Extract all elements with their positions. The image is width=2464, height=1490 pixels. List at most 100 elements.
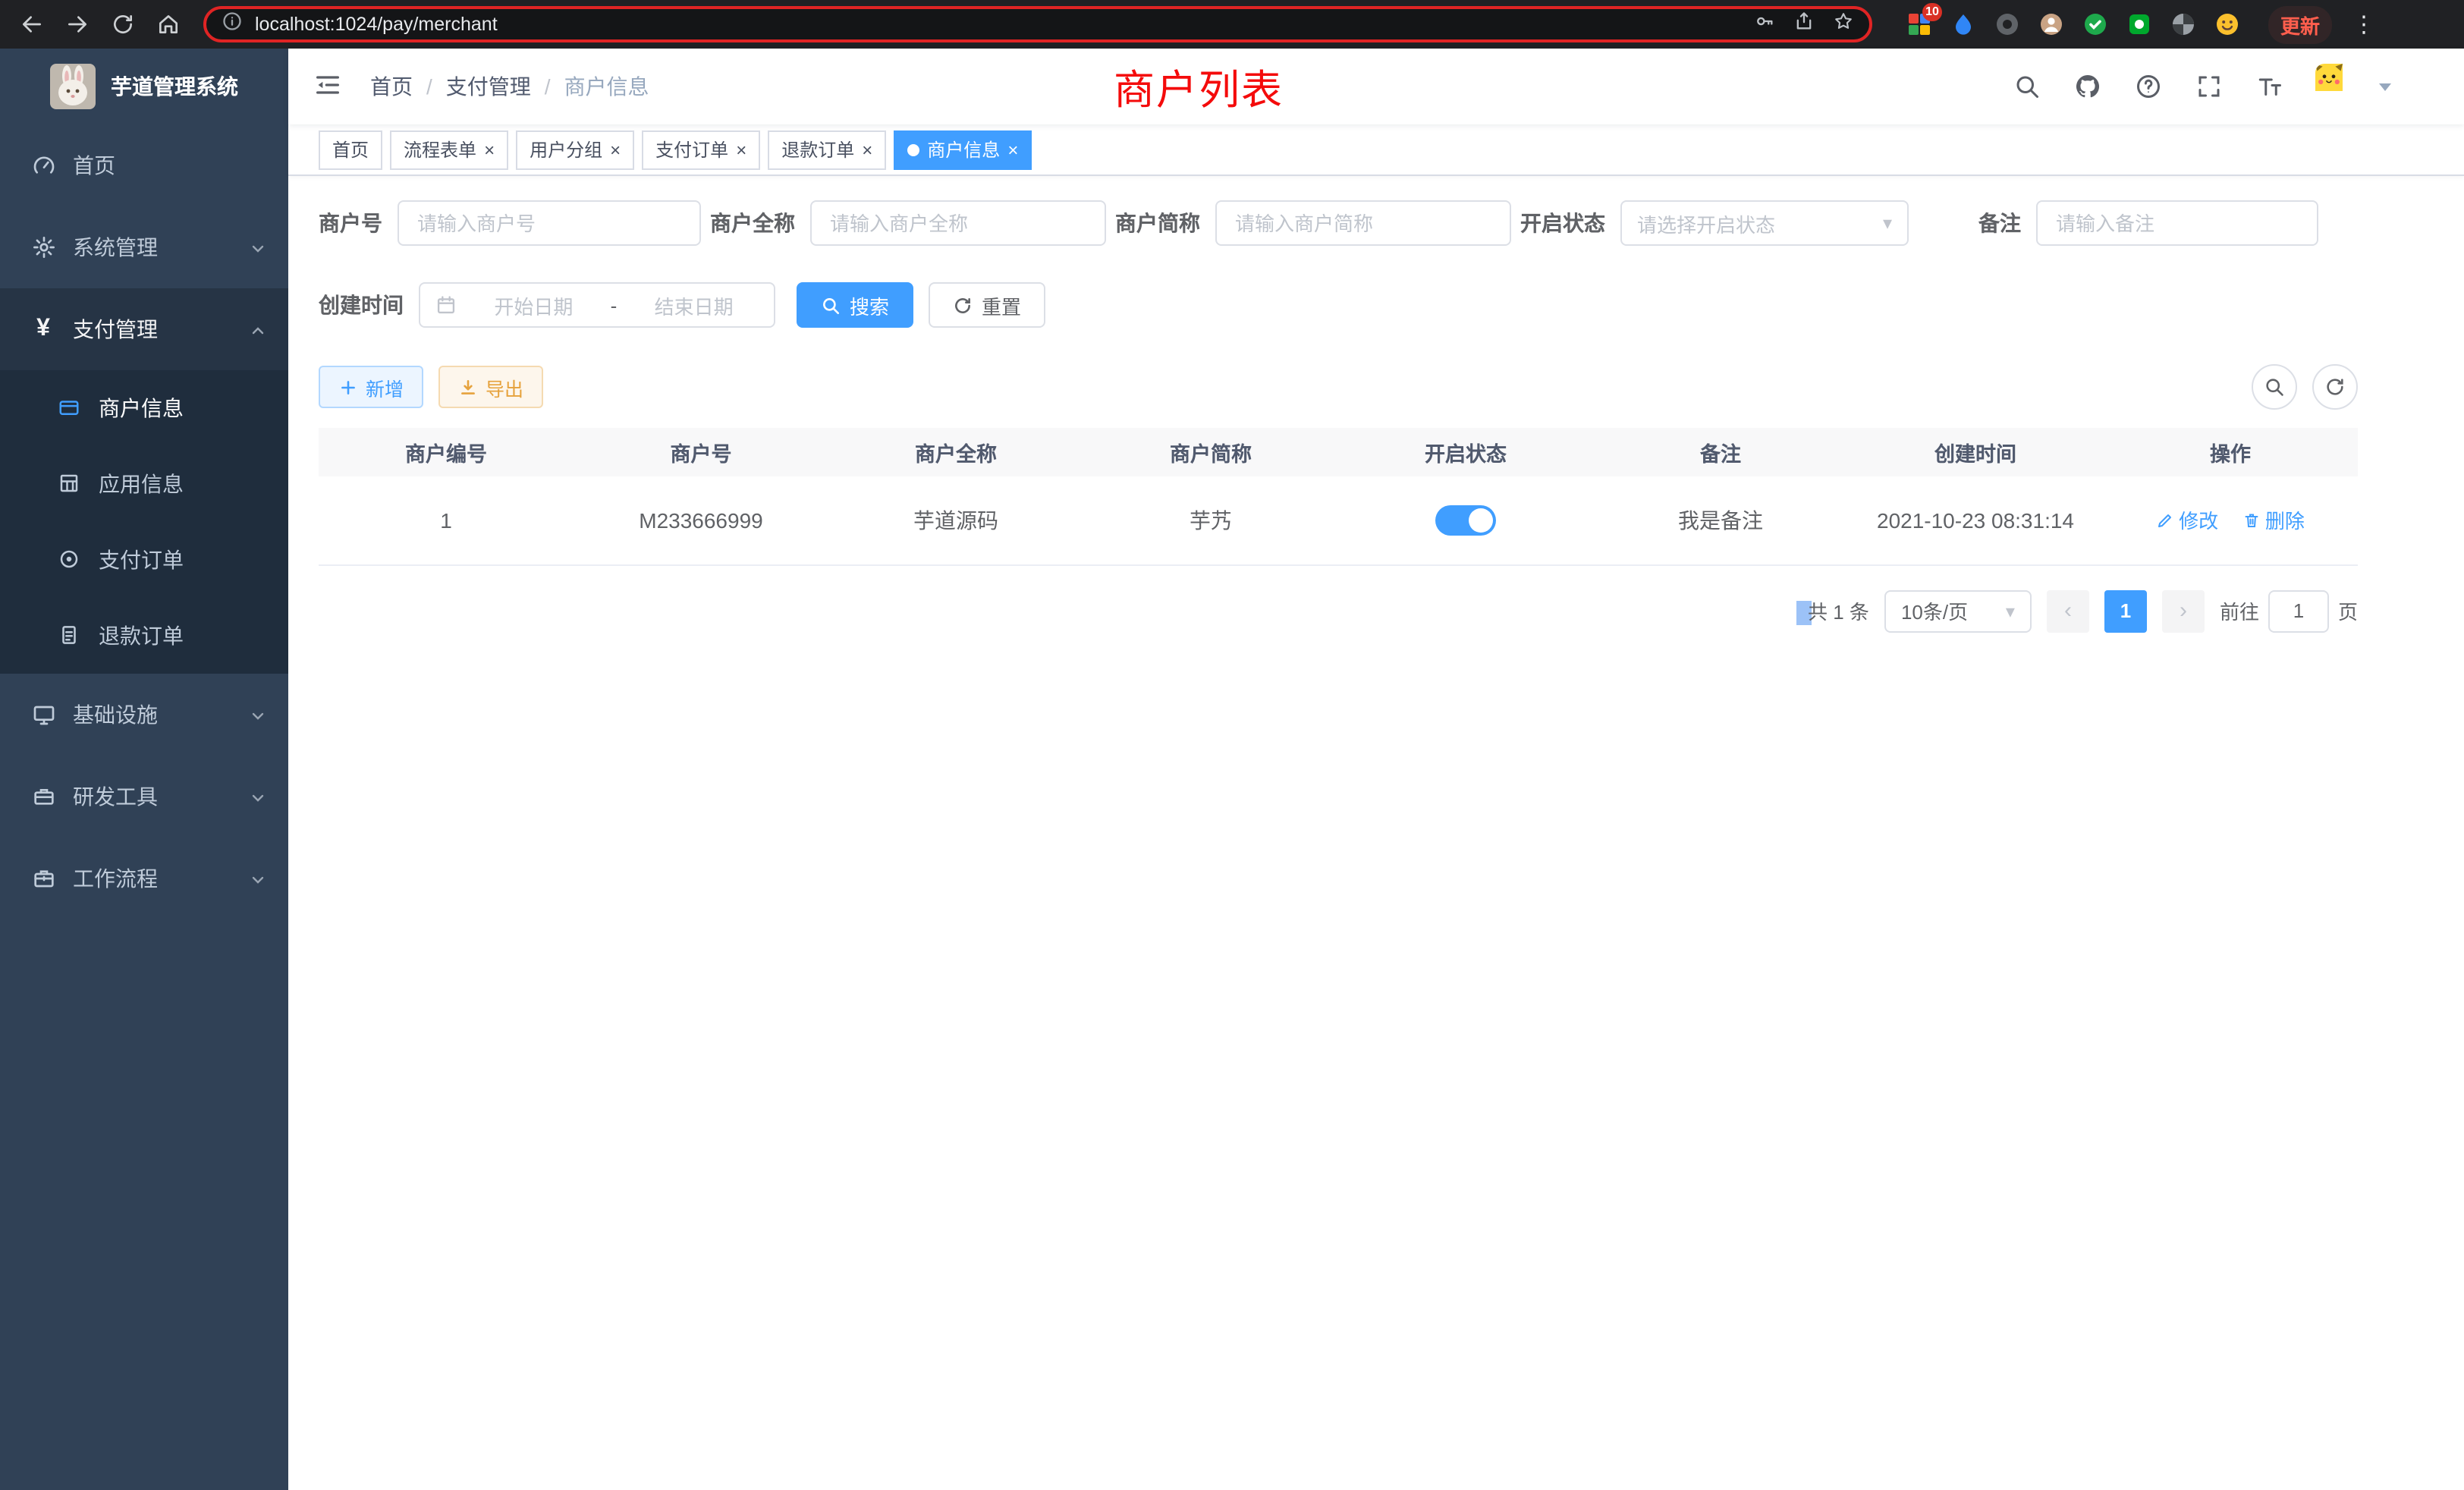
reset-button[interactable]: 重置: [929, 282, 1045, 328]
col-remark: 备注: [1593, 428, 1848, 476]
gear-icon: [30, 234, 56, 260]
chevron-down-icon: [249, 238, 267, 256]
add-button[interactable]: 新增: [319, 366, 423, 408]
toolbox-icon: [30, 784, 56, 809]
extension-badge: 10: [1922, 3, 1942, 21]
search-icon[interactable]: [2012, 71, 2042, 102]
status-select[interactable]: 请选择开启状态 ▾: [1620, 200, 1909, 246]
fullscreen-icon[interactable]: [2194, 71, 2224, 102]
tab-user-group[interactable]: 用户分组 ×: [516, 130, 634, 169]
browser-menu-icon[interactable]: ⋮: [2350, 11, 2378, 38]
goto-page-input[interactable]: [2268, 589, 2329, 632]
tab-process-form[interactable]: 流程表单 ×: [390, 130, 508, 169]
sidebar-item-dev-tools[interactable]: 研发工具: [0, 756, 288, 838]
password-key-icon[interactable]: [1754, 10, 1775, 39]
tab-payment-orders[interactable]: 支付订单 ×: [642, 130, 760, 169]
delete-link[interactable]: 删除: [2242, 506, 2305, 535]
close-icon[interactable]: ×: [484, 140, 495, 159]
toggle-knob: [1469, 508, 1493, 533]
home-icon[interactable]: [149, 5, 188, 44]
short-name-input[interactable]: [1215, 200, 1511, 246]
extension-drop-icon[interactable]: [1947, 8, 1980, 41]
edit-link[interactable]: 修改: [2156, 506, 2218, 535]
tab-refund-orders[interactable]: 退款订单 ×: [768, 130, 886, 169]
help-icon[interactable]: [2133, 71, 2164, 102]
close-icon[interactable]: ×: [610, 140, 621, 159]
page-1-button[interactable]: 1: [2104, 589, 2147, 632]
full-name-input[interactable]: [810, 200, 1106, 246]
export-button[interactable]: 导出: [438, 366, 543, 408]
collapse-sidebar-icon[interactable]: [313, 70, 346, 103]
breadcrumb-home[interactable]: 首页: [370, 71, 413, 102]
sidebar-item-workflow[interactable]: 工作流程: [0, 838, 288, 919]
refresh-button[interactable]: [2312, 364, 2358, 410]
site-info-icon[interactable]: [222, 10, 243, 39]
search-button[interactable]: 搜索: [797, 282, 913, 328]
full-name-label: 商户全称: [710, 208, 810, 238]
yen-icon: ¥: [30, 316, 56, 342]
sidebar-item-refund-orders[interactable]: 退款订单: [0, 598, 288, 674]
next-page-button[interactable]: ›: [2162, 589, 2205, 632]
create-time-range-picker[interactable]: 开始日期 - 结束日期: [419, 282, 775, 328]
pagination: 共 1 条 10条/页 ▾ ‹ 1 › 前往 页: [319, 589, 2358, 632]
select-arrow-icon: ▾: [1883, 212, 1892, 234]
tags-view-bar: 首页 流程表单 × 用户分组 × 支付订单 × 退款订单 ×: [288, 124, 2464, 176]
extension-dark-circle-icon[interactable]: [1991, 8, 2024, 41]
close-icon[interactable]: ×: [862, 140, 872, 159]
breadcrumb-payment[interactable]: 支付管理: [446, 71, 531, 102]
calendar-icon: [435, 294, 457, 316]
short-name-label: 商户简称: [1115, 208, 1215, 238]
user-avatar[interactable]: [2315, 64, 2361, 109]
col-actions: 操作: [2103, 428, 2358, 476]
extension-smiley-icon[interactable]: [2211, 8, 2244, 41]
font-size-icon[interactable]: [2255, 71, 2285, 102]
col-short-name: 商户简称: [1083, 428, 1338, 476]
remark-input[interactable]: [2036, 200, 2318, 246]
close-icon[interactable]: ×: [736, 140, 746, 159]
sidebar-item-system[interactable]: 系统管理: [0, 206, 288, 288]
reload-icon[interactable]: [103, 5, 143, 44]
monitor-icon: [30, 702, 56, 728]
extension-colorful-icon[interactable]: 10: [1903, 8, 1936, 41]
sidebar: 芋道管理系统 首页 系统管理 ¥ 支付管理: [0, 49, 288, 1490]
cell-merchant-no: M233666999: [574, 476, 828, 564]
github-icon[interactable]: [2073, 71, 2103, 102]
breadcrumb-separator: /: [426, 74, 432, 99]
active-dot: [907, 143, 919, 156]
date-separator: -: [611, 294, 618, 316]
caret-down-icon[interactable]: [2379, 83, 2391, 90]
close-icon[interactable]: ×: [1007, 140, 1018, 159]
prev-page-button[interactable]: ‹: [2047, 589, 2089, 632]
cell-remark: 我是备注: [1593, 476, 1848, 564]
status-toggle[interactable]: [1435, 505, 1496, 536]
browser-update-button[interactable]: 更新: [2268, 5, 2332, 43]
sidebar-item-app-info[interactable]: 应用信息: [0, 446, 288, 522]
extension-green-square-icon[interactable]: [2123, 8, 2156, 41]
extension-green-circle-icon[interactable]: [2079, 8, 2112, 41]
sidebar-item-payment[interactable]: ¥ 支付管理: [0, 288, 288, 370]
sidebar-item-infrastructure[interactable]: 基础设施: [0, 674, 288, 756]
bookmark-star-icon[interactable]: [1833, 10, 1854, 39]
share-icon[interactable]: [1793, 10, 1815, 39]
page-content: 商户号 商户全称 商户简称 开启状态 请选择开启状态: [288, 176, 2464, 1490]
sidebar-item-merchant-info[interactable]: 商户信息: [0, 370, 288, 446]
page-size-select[interactable]: 10条/页 ▾: [1884, 589, 2032, 632]
url-bar[interactable]: localhost:1024/pay/merchant: [203, 6, 1872, 42]
merchant-no-input[interactable]: [398, 200, 701, 246]
back-icon[interactable]: [12, 5, 52, 44]
table-header-row: 商户编号 商户号 商户全称 商户简称 开启状态 备注 创建时间 操作: [319, 428, 2358, 476]
forward-icon[interactable]: [58, 5, 97, 44]
merchant-no-label: 商户号: [319, 208, 398, 238]
create-time-label: 创建时间: [319, 290, 419, 320]
extension-pinwheel-icon[interactable]: [2167, 8, 2200, 41]
extension-avatar-icon[interactable]: [2035, 8, 2068, 41]
show-search-toggle-button[interactable]: [2252, 364, 2297, 410]
sidebar-item-payment-orders[interactable]: 支付订单: [0, 522, 288, 598]
tab-home[interactable]: 首页: [319, 130, 382, 169]
url-text[interactable]: localhost:1024/pay/merchant: [255, 14, 498, 35]
sidebar-item-home[interactable]: 首页: [0, 124, 288, 206]
sidebar-logo[interactable]: 芋道管理系统: [0, 49, 288, 124]
tab-merchant-info[interactable]: 商户信息 ×: [894, 130, 1032, 169]
breadcrumb-separator: /: [545, 74, 551, 99]
grid-icon: [58, 472, 82, 496]
